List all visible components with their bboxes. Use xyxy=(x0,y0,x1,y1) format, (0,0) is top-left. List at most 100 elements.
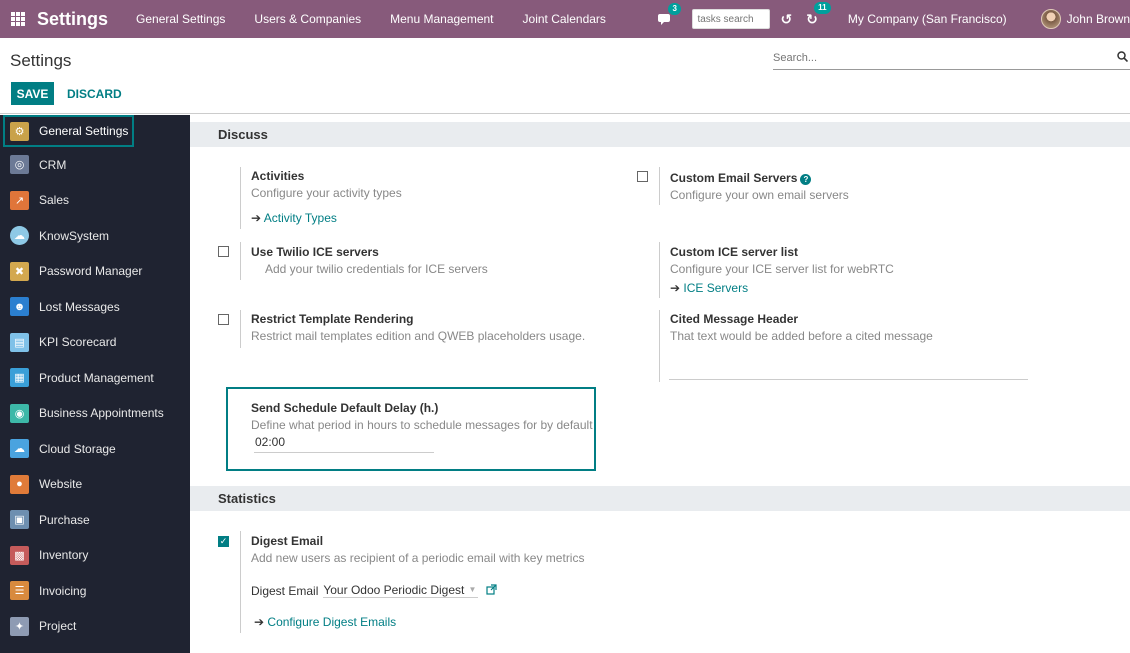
setting-description: Configure your activity types xyxy=(251,186,402,200)
sidebar-item-general-settings[interactable]: ⚙ General Settings xyxy=(3,115,134,147)
field-label: Digest Email xyxy=(251,583,319,598)
page-title: Settings xyxy=(10,51,72,70)
tasks-search-input[interactable] xyxy=(692,9,771,29)
sidebar-item-label: Business Appointments xyxy=(39,406,164,421)
search-icon[interactable] xyxy=(1117,51,1129,65)
sidebar-item-kpi-scorecard[interactable]: ▤ KPI Scorecard xyxy=(0,325,190,361)
sidebar-item-password-manager[interactable]: ✖ Password Manager xyxy=(0,254,190,290)
digest-email-checkbox[interactable]: ✓ xyxy=(218,536,229,547)
crm-icon: ◎ xyxy=(10,155,29,175)
cited-message-header-input[interactable] xyxy=(669,379,1028,380)
section-header-statistics: Statistics xyxy=(190,486,1130,511)
divider xyxy=(240,531,241,633)
purchase-card-icon: ▣ xyxy=(10,510,29,530)
sidebar-item-cloud-storage[interactable]: ☁ Cloud Storage xyxy=(0,431,190,467)
setting-title: Send Schedule Default Delay (h.) xyxy=(251,401,439,415)
setting-title: Custom Email Servers? xyxy=(670,171,849,185)
sidebar-item-label: Password Manager xyxy=(39,264,143,279)
ice-servers-link[interactable]: ➔ ICE Servers xyxy=(670,281,894,295)
inventory-box-icon: ▩ xyxy=(10,545,29,565)
sidebar-item-label: Sales xyxy=(39,193,70,208)
default-delay-input[interactable]: 02:00 xyxy=(254,435,434,453)
menu-general-settings[interactable]: General Settings xyxy=(136,12,225,26)
section-header-discuss: Discuss xyxy=(190,122,1130,147)
sidebar-item-label: KPI Scorecard xyxy=(39,335,117,350)
menu-users-companies[interactable]: Users & Companies xyxy=(254,12,361,26)
setting-custom-ice-server-list: Custom ICE server list Configure your IC… xyxy=(670,245,894,295)
link-label: ICE Servers xyxy=(683,281,749,295)
chat-messages-button[interactable]: 3 xyxy=(658,3,681,26)
app-title[interactable]: Settings xyxy=(37,9,108,30)
setting-activities: Activities Configure your activity types… xyxy=(251,169,402,225)
sidebar-item-purchase[interactable]: ▣ Purchase xyxy=(0,502,190,538)
cloud-icon: ☁ xyxy=(10,439,29,459)
menu-menu-management[interactable]: Menu Management xyxy=(390,12,493,26)
sidebar-item-business-appointments[interactable]: ◉ Business Appointments xyxy=(0,396,190,432)
setting-title: Custom ICE server list xyxy=(670,245,799,259)
sidebar-item-project[interactable]: ✦ Project xyxy=(0,609,190,645)
company-switcher[interactable]: My Company (San Francisco) xyxy=(848,12,1007,26)
setting-description: Restrict mail templates edition and QWEB… xyxy=(251,329,586,343)
arrow-right-icon: ➔ xyxy=(254,615,265,629)
top-menu: General Settings Users & Companies Menu … xyxy=(136,12,635,26)
setting-restrict-template-rendering: Restrict Template Rendering Restrict mai… xyxy=(251,312,585,343)
sidebar-item-inventory[interactable]: ▩ Inventory xyxy=(0,538,190,574)
digest-email-select[interactable]: Your Odoo Periodic Digest ▼ xyxy=(323,583,479,598)
setting-title: Activities xyxy=(251,169,305,183)
digest-email-field: Digest Email Your Odoo Periodic Digest ▼ xyxy=(251,583,497,598)
sidebar-item-website[interactable]: ● Website xyxy=(0,467,190,503)
sidebar-item-product-management[interactable]: ▦ Product Management xyxy=(0,360,190,396)
setting-description: Configure your own email servers xyxy=(670,188,849,202)
search-input[interactable] xyxy=(773,52,1103,64)
setting-description: Add your twilio credentials for ICE serv… xyxy=(265,262,488,276)
apps-menu-icon[interactable] xyxy=(11,12,25,26)
sidebar-item-knowsystem[interactable]: ☁ KnowSystem xyxy=(0,218,190,254)
configure-digest-emails-link[interactable]: ➔ Configure Digest Emails xyxy=(254,615,396,629)
custom-email-servers-checkbox[interactable] xyxy=(637,171,648,182)
setting-title: Digest Email xyxy=(251,534,324,548)
sidebar-item-invoicing[interactable]: ☰ Invoicing xyxy=(0,573,190,609)
setting-send-schedule-delay: Send Schedule Default Delay (h.) Define … xyxy=(251,401,593,432)
sidebar-item-label: General Settings xyxy=(39,124,129,138)
sales-chart-icon: ↗ xyxy=(10,190,29,210)
activity-types-link[interactable]: ➔ Activity Types xyxy=(251,211,402,225)
setting-custom-email-servers: Custom Email Servers? Configure your own… xyxy=(670,171,849,202)
settings-content: Discuss Activities Configure your activi… xyxy=(190,115,1130,653)
invoice-icon: ☰ xyxy=(10,581,29,601)
sidebar-item-crm[interactable]: ◎ CRM xyxy=(0,147,190,183)
control-panel: Settings SAVE DISCARD xyxy=(0,38,1130,114)
external-link-icon[interactable] xyxy=(486,583,497,598)
password-keys-icon: ✖ xyxy=(10,261,29,281)
refresh-icon[interactable]: ↺ xyxy=(780,11,792,28)
sidebar-item-label: Website xyxy=(39,477,83,492)
gear-icon: ⚙ xyxy=(10,121,29,141)
activity-button[interactable]: ↻ 11 xyxy=(806,1,831,28)
sidebar-item-sales[interactable]: ↗ Sales xyxy=(0,183,190,219)
help-icon[interactable]: ? xyxy=(800,174,812,185)
use-twilio-checkbox[interactable] xyxy=(218,246,229,257)
setting-twilio: Use Twilio ICE servers Add your twilio c… xyxy=(251,245,488,276)
topbar-right: 3 ↺ ↻ 11 My Company (San Francisco) John… xyxy=(658,0,1130,38)
avatar xyxy=(1040,9,1061,29)
setting-title: Use Twilio ICE servers xyxy=(251,245,379,259)
setting-digest-email: Digest Email Add new users as recipient … xyxy=(251,534,584,565)
setting-description: That text would be added before a cited … xyxy=(670,329,933,343)
appointment-icon: ◉ xyxy=(10,403,29,423)
setting-title: Cited Message Header xyxy=(670,312,799,326)
activity-badge: 11 xyxy=(814,1,831,14)
sidebar-item-lost-messages[interactable]: ☻ Lost Messages xyxy=(0,289,190,325)
person-icon: ☻ xyxy=(10,297,29,317)
link-label: Configure Digest Emails xyxy=(267,615,397,629)
user-name: John Brown xyxy=(1066,12,1130,26)
brain-icon: ☁ xyxy=(10,226,29,246)
save-button[interactable]: SAVE xyxy=(11,82,54,105)
sidebar-item-label: KnowSystem xyxy=(39,228,110,243)
discard-button[interactable]: DISCARD xyxy=(67,87,122,101)
divider xyxy=(659,310,660,382)
restrict-template-rendering-checkbox[interactable] xyxy=(218,314,229,325)
menu-joint-calendars[interactable]: Joint Calendars xyxy=(523,12,606,26)
chat-badge: 3 xyxy=(668,3,681,15)
setting-title: Restrict Template Rendering xyxy=(251,312,414,326)
setting-title-text: Custom Email Servers xyxy=(670,171,798,185)
user-menu[interactable]: John Brown xyxy=(1040,9,1130,29)
